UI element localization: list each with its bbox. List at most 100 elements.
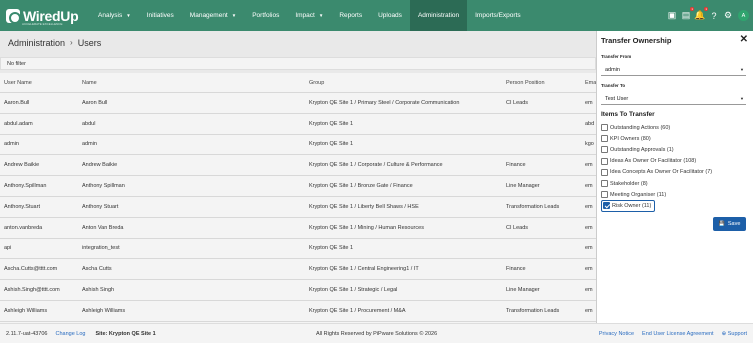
- nav-administration[interactable]: Administration: [409, 0, 468, 31]
- transfer-to-select[interactable]: Test User ▼: [601, 93, 746, 105]
- cell-position: Transformation Leads: [506, 307, 560, 314]
- breadcrumb-root[interactable]: Administration: [8, 38, 65, 48]
- cell-position: CI Leads: [506, 99, 529, 106]
- close-icon[interactable]: ✕: [740, 34, 748, 45]
- nav-uploads[interactable]: Uploads: [370, 0, 410, 31]
- table-row[interactable]: abdul.adam abdul Krypton QE Site 1 abd: [0, 114, 596, 135]
- nav-management[interactable]: Management ▼: [182, 0, 244, 31]
- cell-email: em: [585, 245, 593, 252]
- users-table: User Name Name Group Person Position Ema…: [0, 73, 596, 323]
- table-row[interactable]: Anthony.Spillman Anthony Spillman Krypton …: [0, 176, 596, 197]
- cell-user-name: abdul.adam: [4, 120, 33, 127]
- cell-email: em: [585, 203, 593, 210]
- checkbox[interactable]: [601, 135, 608, 143]
- cell-email: em: [585, 162, 593, 169]
- eula-link[interactable]: End User License Agreement: [642, 331, 714, 337]
- transfer-to-value: Test User: [605, 96, 629, 102]
- table-row[interactable]: Ashish.Singh@tttt.com Ashish Singh Krypton…: [0, 280, 596, 301]
- cell-position: Line Manager: [506, 183, 540, 190]
- help-icon[interactable]: ?: [707, 11, 721, 21]
- nav-initiatives[interactable]: Initiatives: [139, 0, 182, 31]
- transfer-item[interactable]: Risk Owner (11): [601, 200, 655, 212]
- cell-group: Krypton QE Site 1 / Mining / Human Resou…: [309, 224, 424, 231]
- checkbox[interactable]: [601, 168, 608, 176]
- nav-reports[interactable]: Reports: [331, 0, 370, 31]
- cell-group: Krypton QE Site 1 / Liberty Bell Shaws /…: [309, 203, 419, 210]
- transfer-item-label: Risk Owner (11): [612, 202, 652, 209]
- table-row[interactable]: Andrew Baikie Andrew Baikie Krypton QE Sit…: [0, 155, 596, 177]
- cell-name: Ashish Singh: [82, 287, 115, 294]
- privacy-notice-link[interactable]: Privacy Notice: [599, 331, 634, 337]
- table-body: Aaron.Bull Aaron Bull Krypton QE Site 1 / …: [0, 93, 596, 322]
- nav-portfolios[interactable]: Portfolios: [244, 0, 287, 31]
- brand-tagline: ACCELERATE EXCELLENCE: [22, 22, 63, 26]
- cell-name: admin: [82, 141, 97, 148]
- table-row[interactable]: Ascha.Cutts@tttt.com Ascha Cutts Krypton Q…: [0, 259, 596, 281]
- tasks-icon[interactable]: ▤ 1: [679, 7, 694, 21]
- checkbox[interactable]: [603, 202, 610, 210]
- calendar-icon[interactable]: ▣: [665, 10, 679, 21]
- nav-label: Imports/Exports: [475, 12, 521, 19]
- col-person-position[interactable]: Person Position: [502, 80, 581, 86]
- nav-imports-exports[interactable]: Imports/Exports: [467, 0, 529, 31]
- checkbox[interactable]: [601, 146, 608, 154]
- cell-email: kgo: [585, 141, 594, 148]
- cell-group: Krypton QE Site 1: [309, 141, 354, 148]
- brand-logo[interactable]: WiredUp ACCELERATE EXCELLENCE: [0, 0, 90, 31]
- cell-position: Line Manager: [506, 287, 540, 294]
- cell-group: Krypton QE Site 1 / Bronze Gate / Financ…: [309, 183, 413, 190]
- table-row[interactable]: admin admin Krypton QE Site 1 kgo: [0, 135, 596, 156]
- settings-icon[interactable]: ⚙: [721, 10, 735, 21]
- logo-mark-icon: [6, 8, 21, 24]
- save-button[interactable]: 💾 Save: [713, 217, 746, 231]
- transfer-item[interactable]: Meeting Organiser (11): [601, 189, 751, 200]
- checkbox[interactable]: [601, 191, 608, 199]
- transfer-item[interactable]: KPI Owners (80): [601, 133, 751, 144]
- cell-group: Krypton QE Site 1 / Procurement / M&A: [309, 307, 406, 314]
- chevron-down-icon: ▼: [231, 13, 237, 18]
- cell-name: Anton Van Breda: [82, 224, 124, 231]
- cell-group: Krypton QE Site 1: [309, 245, 354, 252]
- checkbox[interactable]: [601, 180, 608, 188]
- transfer-item-label: Outstanding Actions (60): [610, 124, 671, 131]
- support-link[interactable]: ⊕ Support: [722, 331, 747, 337]
- col-email[interactable]: Email: [581, 80, 596, 86]
- transfer-item-label: Stakeholder (8): [610, 180, 648, 187]
- transfer-item[interactable]: Idea Concepts As Owner Or Facilitator (7…: [601, 167, 751, 178]
- avatar[interactable]: A: [738, 10, 749, 21]
- copyright-text: All Rights Reserved by PiPware Solutions…: [316, 330, 438, 337]
- nav-impact[interactable]: Impact ▼: [287, 0, 331, 31]
- col-name[interactable]: Name: [78, 80, 305, 86]
- cell-name: integration_test: [82, 245, 120, 252]
- checkbox[interactable]: [601, 157, 608, 165]
- table-row[interactable]: api integration_test Krypton QE Site 1 em: [0, 239, 596, 260]
- nav-label: Portfolios: [252, 12, 280, 19]
- col-group[interactable]: Group: [305, 80, 502, 86]
- transfer-from-select[interactable]: admin ▼: [601, 64, 746, 76]
- table-row[interactable]: anton.vanbreda Anton Van Breda Krypton QE …: [0, 218, 596, 239]
- transfer-from-value: admin: [605, 67, 620, 73]
- chevron-right-icon: ›: [70, 38, 73, 47]
- cell-name: Andrew Baikie: [82, 162, 118, 169]
- table-row[interactable]: Ashleigh Williams Ashleigh Williams Krypto…: [0, 301, 596, 322]
- transfer-item[interactable]: Outstanding Actions (60): [601, 122, 751, 133]
- filter-text: No filter: [7, 61, 26, 67]
- filter-bar[interactable]: No filter: [0, 57, 596, 70]
- save-icon: 💾: [718, 221, 725, 227]
- transfer-to-label: Transfer To: [601, 83, 626, 88]
- nav-analysis[interactable]: Analysis ▼: [90, 0, 139, 31]
- checkbox[interactable]: [601, 124, 608, 132]
- change-log-link[interactable]: Change Log: [56, 331, 86, 337]
- table-row[interactable]: Anthony.Stuart Anthony Stuart Krypton QE S…: [0, 197, 596, 218]
- nav-label: Reports: [339, 12, 363, 19]
- col-user-name[interactable]: User Name: [0, 80, 78, 86]
- cell-email: em: [585, 183, 593, 190]
- bell-icon[interactable]: 🔔 1: [693, 7, 708, 21]
- cell-user-name: Anthony.Stuart: [4, 203, 40, 210]
- transfer-item[interactable]: Outstanding Approvals (1): [601, 144, 751, 155]
- transfer-item[interactable]: Stakeholder (8): [601, 178, 751, 189]
- transfer-item[interactable]: Ideas As Owner Or Facilitator (108): [601, 156, 751, 167]
- cell-email: em: [585, 224, 593, 231]
- transfer-item-label: Outstanding Approvals (1): [610, 146, 674, 153]
- table-row[interactable]: Aaron.Bull Aaron Bull Krypton QE Site 1 / …: [0, 93, 596, 114]
